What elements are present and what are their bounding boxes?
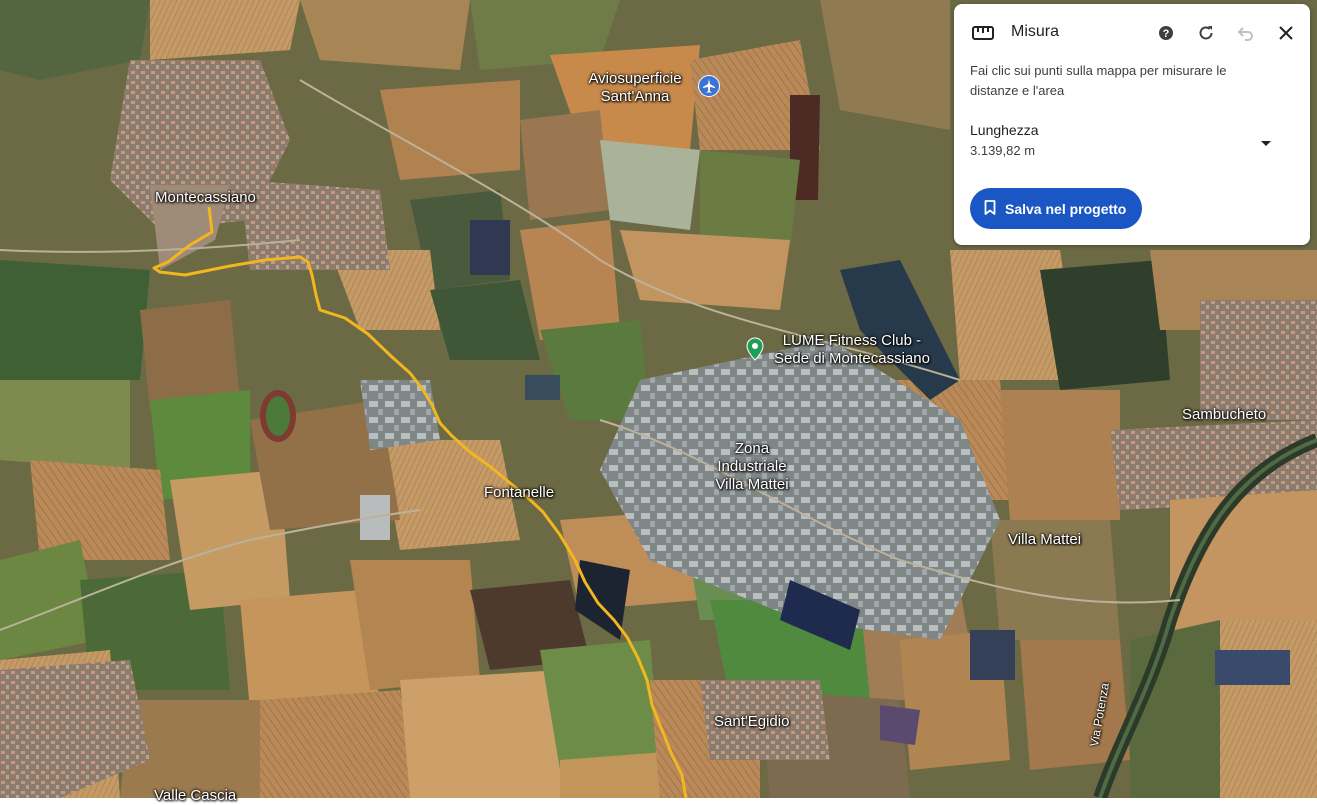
map-label-lume-fitness[interactable]: LUME Fitness Club - Sede di Montecassian…: [774, 332, 930, 368]
close-icon[interactable]: [1274, 21, 1298, 45]
length-value: 3.139,82 m: [970, 143, 1036, 158]
save-to-project-button[interactable]: Salva nel progetto: [970, 188, 1143, 229]
refresh-icon[interactable]: [1194, 21, 1218, 45]
map-label-aviosuperficie[interactable]: Aviosuperficie Sant'Anna: [576, 70, 694, 106]
measure-panel: Misura ? Fai clic sui punti sulla mappa …: [954, 4, 1310, 245]
map-label-sant-egidio[interactable]: Sant'Egidio: [714, 713, 789, 731]
ruler-icon: [972, 26, 994, 45]
map-label-fontanelle[interactable]: Fontanelle: [484, 484, 554, 502]
panel-description: Fai clic sui punti sulla mappa per misur…: [970, 63, 1227, 98]
map-label-villa-mattei[interactable]: Villa Mattei: [1008, 531, 1081, 549]
svg-text:?: ?: [1163, 28, 1170, 40]
help-icon[interactable]: ?: [1154, 21, 1178, 45]
place-pin-icon[interactable]: [745, 337, 765, 361]
undo-icon[interactable]: [1234, 21, 1258, 45]
panel-title: Misura: [1011, 23, 1060, 40]
caret-down-icon[interactable]: [1254, 132, 1278, 156]
map-label-valle-cascia[interactable]: Valle Cascia: [154, 787, 236, 805]
save-button-label: Salva nel progetto: [1005, 200, 1127, 217]
airplane-icon[interactable]: [698, 75, 720, 97]
map-label-montecassiano[interactable]: Montecassiano: [155, 189, 256, 207]
map-label-zona-industriale[interactable]: Zona Industriale Villa Mattei: [700, 440, 804, 494]
length-label: Lunghezza: [970, 122, 1039, 138]
map-label-sambucheto[interactable]: Sambucheto: [1182, 406, 1266, 424]
bookmark-icon: [984, 199, 996, 218]
